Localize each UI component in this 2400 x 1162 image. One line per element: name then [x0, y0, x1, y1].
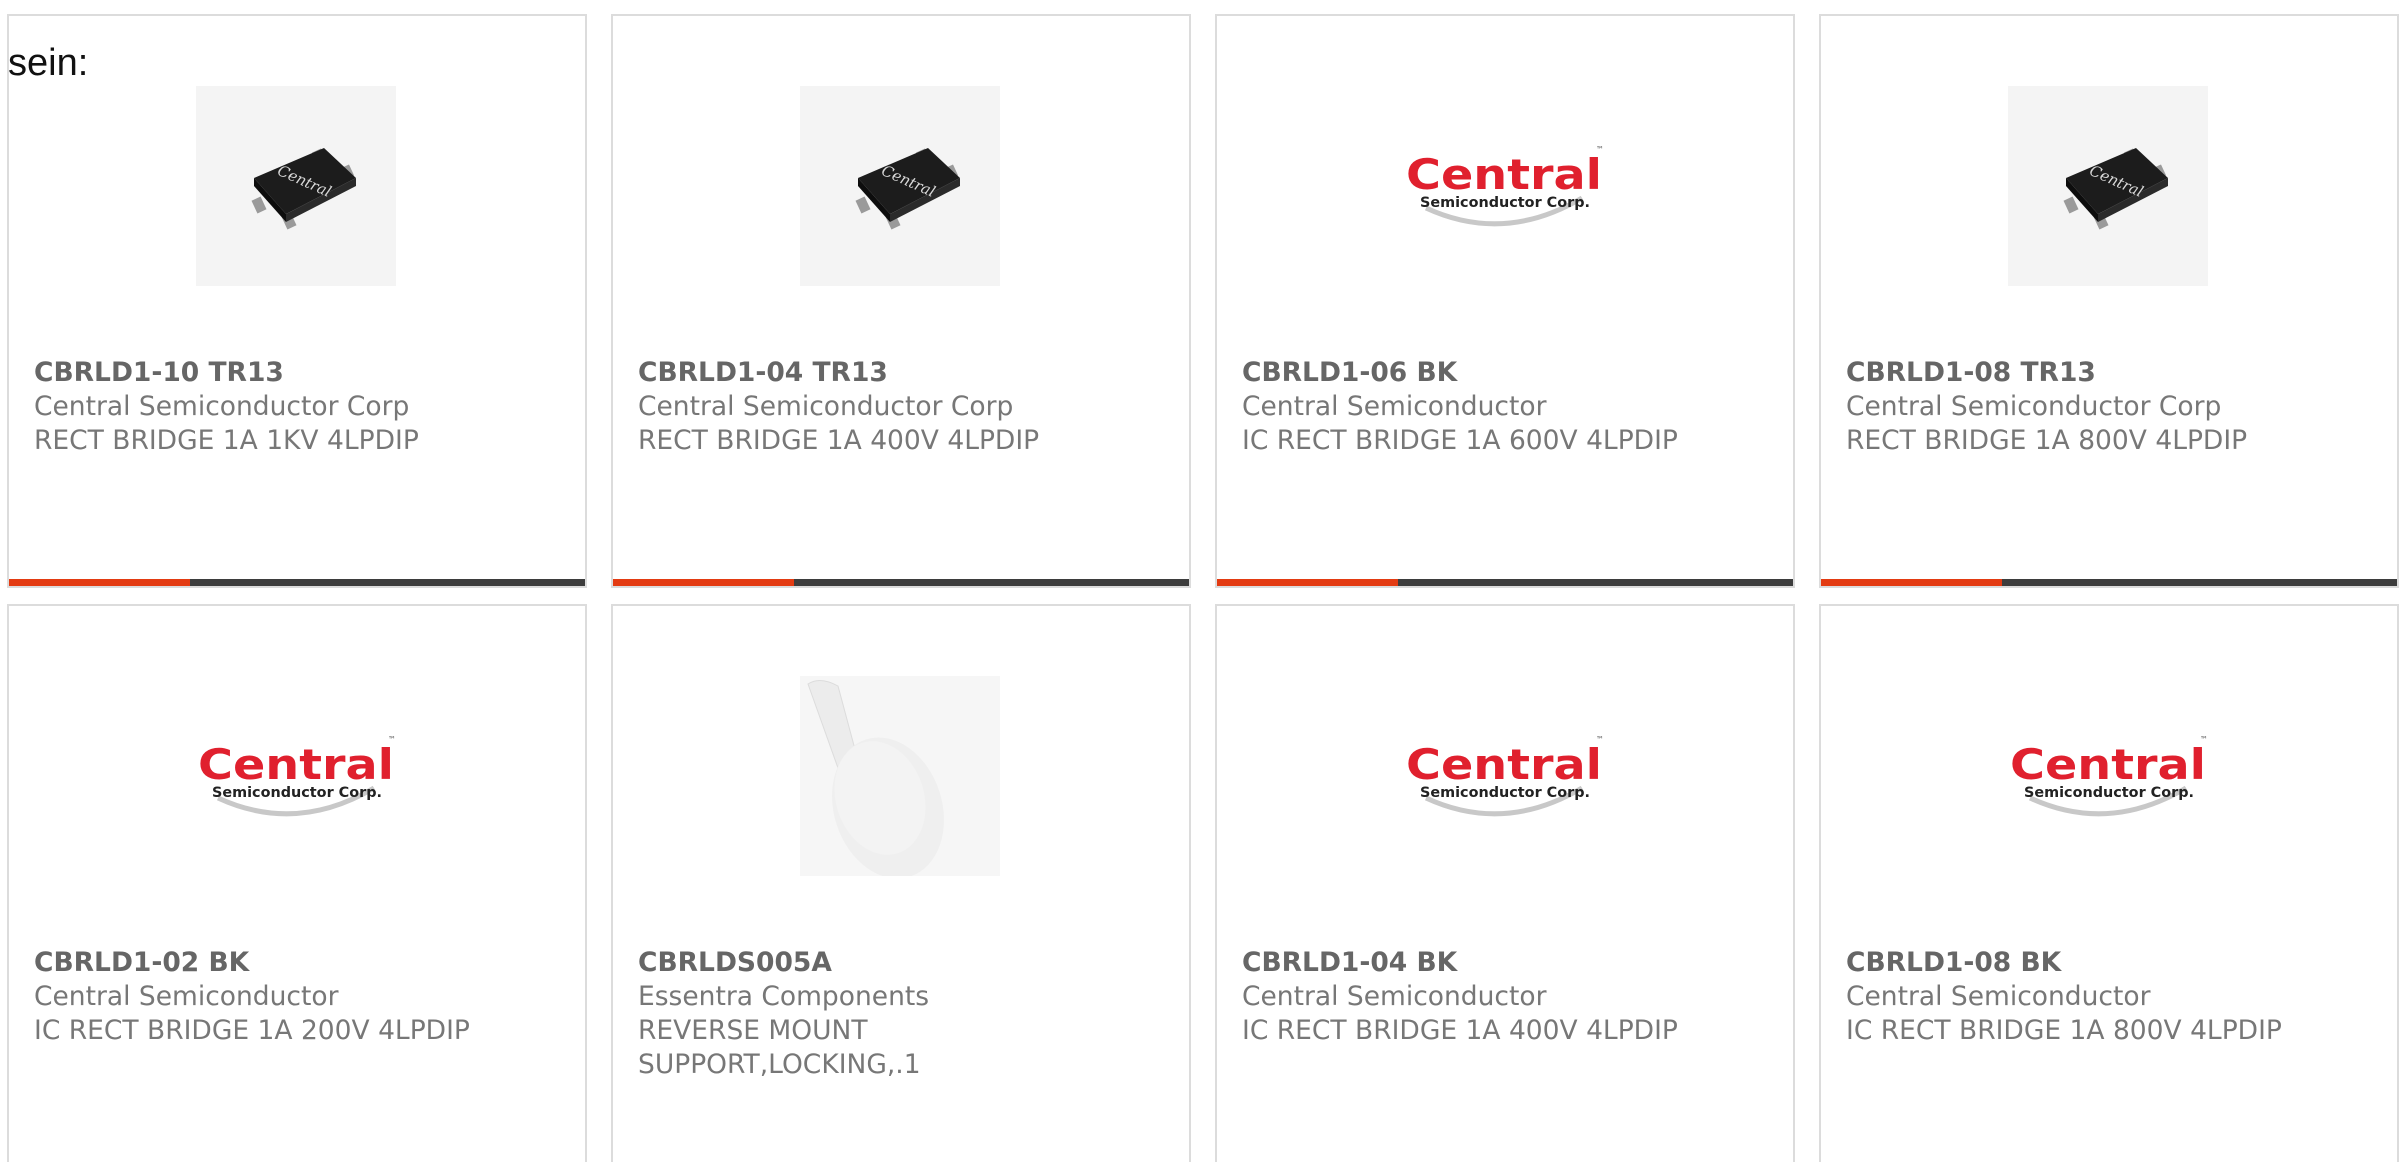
mount-support-image — [800, 676, 1000, 876]
manufacturer: Central Semiconductor Corp — [34, 391, 410, 422]
manufacturer: Central Semiconductor — [34, 981, 339, 1012]
svg-text:Central: Central — [2010, 740, 2206, 789]
product-card[interactable]: Central CBRLD1-10 TR13 Central Semicondu… — [7, 14, 587, 588]
part-number[interactable]: CBRLD1-10 TR13 — [34, 356, 564, 390]
card-progress-bar — [1217, 579, 1793, 586]
part-number[interactable]: CBRLD1-08 BK — [1846, 946, 2376, 980]
product-results-page: sein: Central CBRLD1-10 TR13 Central Sem… — [0, 0, 2400, 1162]
product-card[interactable]: Central ™ Semiconductor Corp. CBRLD1-02 … — [7, 604, 587, 1162]
svg-text:Central: Central — [1406, 740, 1602, 789]
product-card[interactable]: CBRLDS005A Essentra Components REVERSE M… — [611, 604, 1191, 1162]
bridge-chip-image: Central — [196, 86, 396, 286]
svg-text:™: ™ — [1596, 145, 1604, 154]
card-bar-accent — [613, 579, 795, 586]
central-logo-image: Central ™ Semiconductor Corp. — [1404, 676, 1604, 876]
description: IC RECT BRIDGE 1A 400V 4LPDIP — [1242, 1015, 1678, 1046]
card-bar-accent — [1217, 579, 1399, 586]
part-number[interactable]: CBRLD1-04 TR13 — [638, 356, 1168, 390]
svg-text:Semiconductor Corp.: Semiconductor Corp. — [2024, 785, 2194, 801]
svg-text:Semiconductor Corp.: Semiconductor Corp. — [1420, 785, 1590, 801]
central-logo-image: Central ™ Semiconductor Corp. — [196, 676, 396, 876]
product-card[interactable]: Central ™ Semiconductor Corp. CBRLD1-06 … — [1215, 14, 1795, 588]
part-number[interactable]: CBRLD1-04 BK — [1242, 946, 1772, 980]
product-card[interactable]: Central ™ Semiconductor Corp. CBRLD1-08 … — [1819, 604, 2399, 1162]
product-card[interactable]: Central ™ Semiconductor Corp. CBRLD1-04 … — [1215, 604, 1795, 1162]
manufacturer: Essentra Components — [638, 981, 930, 1012]
description: REVERSE MOUNT SUPPORT,LOCKING,.1 — [638, 1015, 921, 1080]
part-number[interactable]: CBRLDS005A — [638, 946, 1168, 980]
manufacturer: Central Semiconductor — [1242, 391, 1547, 422]
description: IC RECT BRIDGE 1A 200V 4LPDIP — [34, 1015, 470, 1046]
svg-text:™: ™ — [2200, 735, 2208, 744]
bridge-chip-image: Central — [800, 86, 1000, 286]
intro-text: sein: — [8, 42, 89, 84]
description: RECT BRIDGE 1A 800V 4LPDIP — [1846, 425, 2248, 456]
central-logo-image: Central ™ Semiconductor Corp. — [1404, 86, 1604, 286]
central-logo-image: Central ™ Semiconductor Corp. — [2008, 676, 2208, 876]
part-number[interactable]: CBRLD1-02 BK — [34, 946, 564, 980]
svg-text:Semiconductor Corp.: Semiconductor Corp. — [212, 785, 382, 801]
description: RECT BRIDGE 1A 400V 4LPDIP — [638, 425, 1040, 456]
svg-text:Central: Central — [1406, 150, 1602, 199]
description: IC RECT BRIDGE 1A 800V 4LPDIP — [1846, 1015, 2282, 1046]
product-card[interactable]: Central CBRLD1-04 TR13 Central Semicondu… — [611, 14, 1191, 588]
part-number[interactable]: CBRLD1-08 TR13 — [1846, 356, 2376, 390]
manufacturer: Central Semiconductor — [1242, 981, 1547, 1012]
svg-text:Semiconductor Corp.: Semiconductor Corp. — [1420, 195, 1590, 211]
bridge-chip-image: Central — [2008, 86, 2208, 286]
product-card[interactable]: Central CBRLD1-08 TR13 Central Semicondu… — [1819, 14, 2399, 588]
description: RECT BRIDGE 1A 1KV 4LPDIP — [34, 425, 419, 456]
card-progress-bar — [9, 579, 585, 586]
product-grid: Central CBRLD1-10 TR13 Central Semicondu… — [7, 14, 2399, 1162]
card-progress-bar — [1821, 579, 2397, 586]
card-bar-accent — [9, 579, 191, 586]
manufacturer: Central Semiconductor — [1846, 981, 2151, 1012]
part-number[interactable]: CBRLD1-06 BK — [1242, 356, 1772, 390]
svg-text:™: ™ — [1596, 735, 1604, 744]
svg-text:™: ™ — [388, 735, 396, 744]
svg-text:Central: Central — [198, 740, 394, 789]
description: IC RECT BRIDGE 1A 600V 4LPDIP — [1242, 425, 1678, 456]
card-bar-accent — [1821, 579, 2003, 586]
card-progress-bar — [613, 579, 1189, 586]
manufacturer: Central Semiconductor Corp — [638, 391, 1014, 422]
manufacturer: Central Semiconductor Corp — [1846, 391, 2222, 422]
